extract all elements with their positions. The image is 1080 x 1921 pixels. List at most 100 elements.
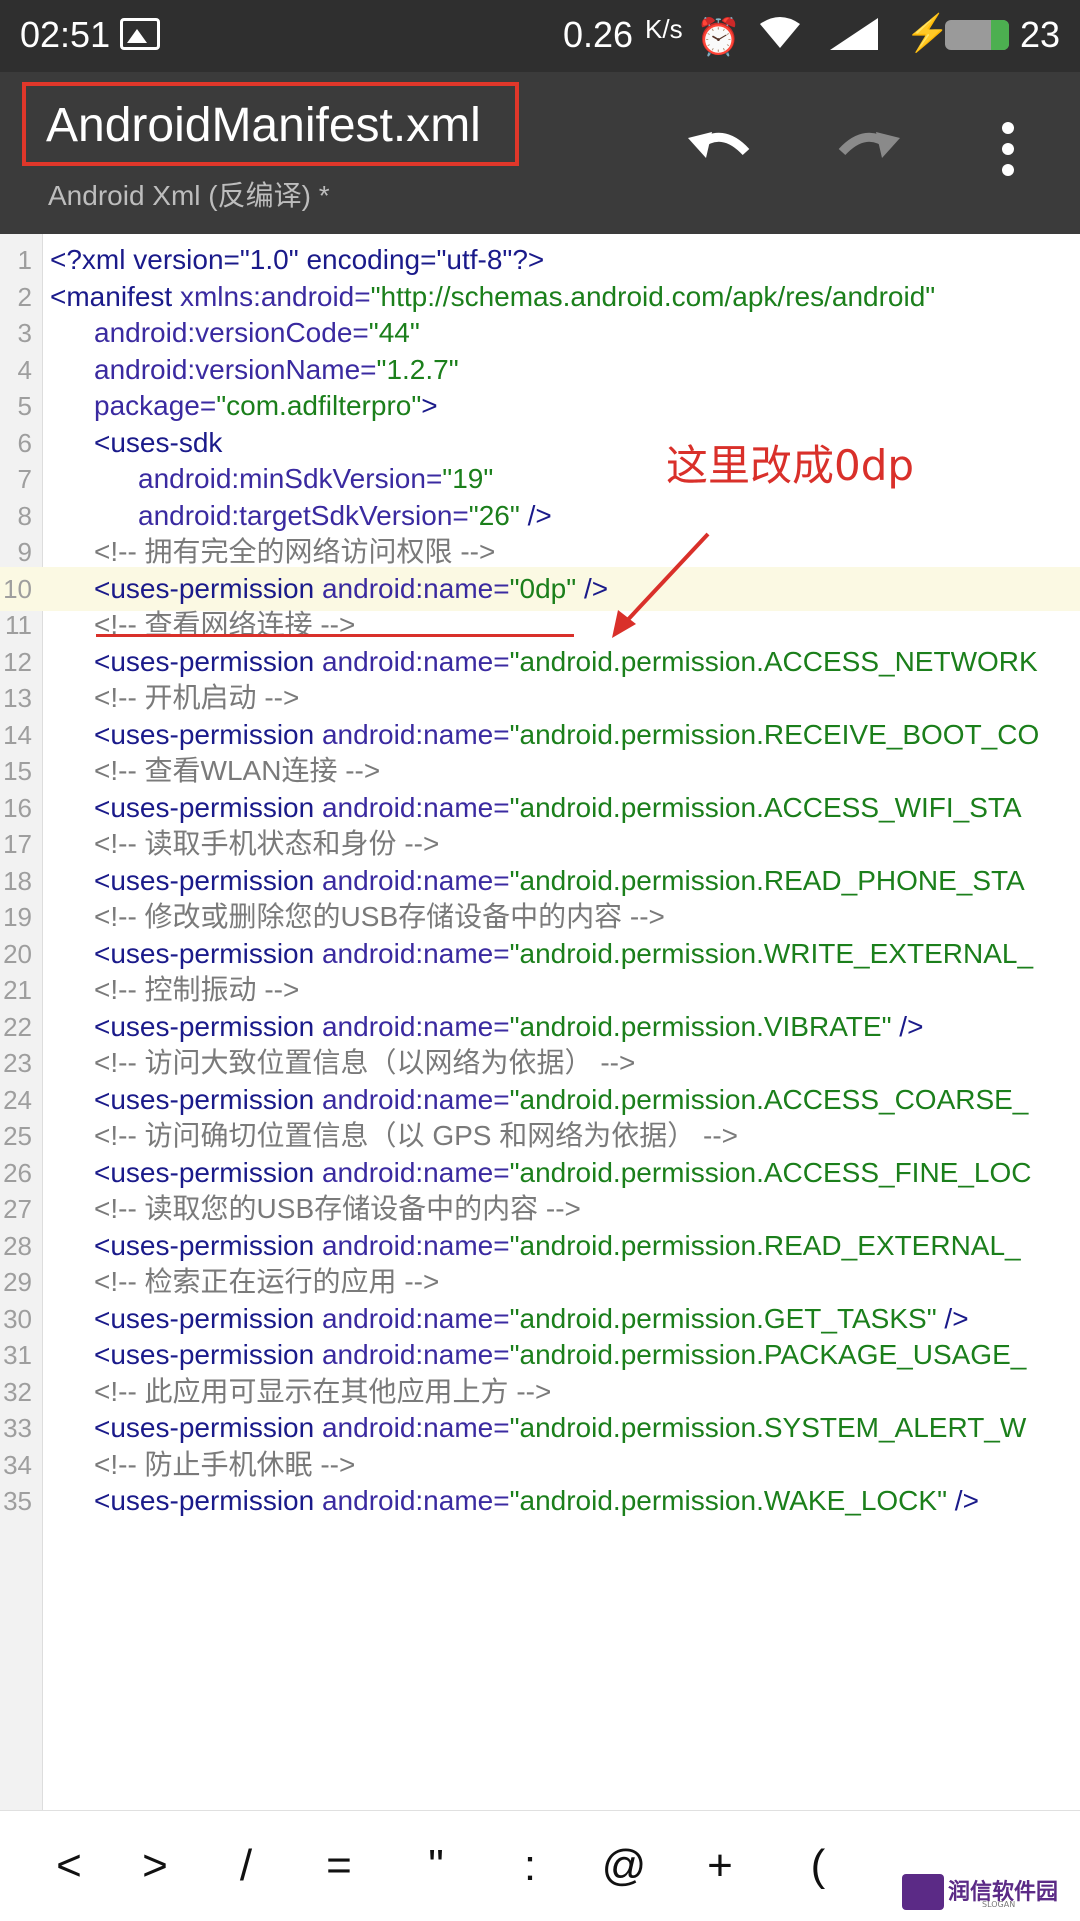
symbol-key[interactable]: : (495, 1831, 565, 1901)
code-token: <!-- 防止手机休眠 --> (94, 1448, 356, 1480)
more-vert-icon[interactable] (990, 122, 1026, 186)
code-token: android:name= (321, 937, 510, 969)
code-token: "com.adfilterpro" (216, 390, 422, 421)
code-line[interactable]: 35 <uses-permission android:name="android… (0, 1479, 1080, 1523)
code-token: "1.2.7" (376, 353, 459, 385)
code-token: <uses-permission (94, 1339, 322, 1370)
code-token: "android.permission.SYSTEM_ALERT_W (509, 1412, 1027, 1443)
code-token: "android.permission.GET_TASKS" (509, 1302, 937, 1334)
code-token: <uses-permission (94, 1010, 322, 1042)
alarm-icon: ⏰ (696, 16, 741, 57)
code-token: <uses-permission (94, 1229, 322, 1261)
code-token: "19" (442, 463, 494, 494)
symbol-key[interactable]: + (685, 1831, 755, 1901)
status-bar: 02:51 0.26 K/s ⏰ ⚡ 23 (0, 0, 1080, 72)
code-token: <uses-permission (94, 1485, 322, 1516)
code-token: android:name= (321, 1339, 510, 1370)
code-token: <!-- 查看WLAN连接 --> (94, 755, 381, 786)
code-token: /> (519, 499, 552, 531)
code-token: "android.permission.VIBRATE" (509, 1010, 892, 1042)
code-token: <!-- 访问确切位置信息（以 GPS 和网络为依据） --> (94, 1120, 739, 1151)
code-token: "http://schemas.android.com/apk/res/andr… (370, 280, 936, 312)
code-token: "44" (368, 317, 420, 348)
code-token: <uses-permission (94, 1156, 322, 1188)
code-token: android:name= (321, 864, 510, 896)
code-token: android:targetSdkVersion= (138, 499, 469, 531)
line-number: 35 (3, 1486, 32, 1516)
code-token: <uses-permission (94, 572, 322, 604)
code-token: <!-- 读取您的USB存储设备中的内容 --> (94, 1193, 581, 1224)
watermark-logo-icon (902, 1874, 944, 1910)
red-arrow-icon (612, 532, 710, 638)
symbol-key[interactable]: " (401, 1831, 471, 1901)
code-token: <uses-permission (94, 1083, 322, 1115)
code-token: <!-- 读取手机状态和身份 --> (94, 828, 440, 859)
code-token: /> (891, 1010, 924, 1042)
code-token: android:name= (321, 1302, 510, 1334)
code-token: <?xml version="1.0" encoding="utf-8"?> (50, 244, 545, 275)
code-token: "android.permission.WAKE_LOCK" (509, 1485, 948, 1516)
watermark-sub: SLOGAN (982, 1900, 1016, 1909)
code-token: "26" (468, 499, 520, 531)
code-token: android:name= (321, 1412, 510, 1443)
code-token: android:versionName= (94, 353, 377, 385)
signal-icon (830, 18, 878, 50)
symbol-key[interactable]: < (34, 1831, 104, 1901)
code-token: "android.permission.READ_PHONE_STA (509, 864, 1025, 896)
code-token: <uses-permission (94, 1302, 322, 1334)
code-token: "android.permission.WRITE_EXTERNAL_ (509, 937, 1034, 969)
symbol-key[interactable]: @ (589, 1831, 659, 1901)
code-token: "android.permission.ACCESS_COARSE_ (509, 1083, 1029, 1115)
code-token: <uses-permission (94, 718, 322, 750)
code-token: > (421, 390, 438, 421)
symbol-key[interactable]: ( (783, 1831, 853, 1901)
code-token: <!-- 此应用可显示在其他应用上方 --> (94, 1375, 552, 1407)
file-title: AndroidManifest.xml (46, 99, 481, 152)
code-token: android:name= (321, 645, 510, 677)
code-token: <uses-permission (94, 791, 322, 823)
code-token: "android.permission.RECEIVE_BOOT_CO (509, 718, 1040, 750)
code-editor[interactable]: 1 <?xml version="1.0" encoding="utf-8"?> 2… (0, 234, 1080, 1810)
symbol-key[interactable]: > (120, 1831, 190, 1901)
code-token: <uses-permission (94, 1412, 322, 1443)
code-token: "android.permission.ACCESS_WIFI_STA (509, 791, 1022, 823)
code-token: package= (94, 390, 217, 421)
code-token: xmlns:android= (179, 280, 371, 312)
status-time: 02:51 (20, 14, 111, 55)
code-token: android:name= (321, 1229, 510, 1261)
code-token: android:name= (321, 718, 510, 750)
code-token: "android.permission.ACCESS_NETWORK (509, 645, 1038, 677)
code-token: <uses-sdk (94, 426, 223, 458)
file-subtitle: Android Xml (反编译) * (48, 180, 330, 211)
code-token: <!-- 访问大致位置信息（以网络为依据） --> (94, 1047, 636, 1078)
code-token: "android.permission.READ_EXTERNAL_ (509, 1229, 1021, 1261)
symbol-key[interactable]: = (304, 1831, 374, 1901)
code-token: "0dp" (509, 572, 577, 604)
gallery-notification-icon (120, 18, 160, 50)
charging-icon: ⚡ (905, 12, 950, 53)
code-token: android:name= (321, 1485, 510, 1516)
code-token: <uses-permission (94, 937, 322, 969)
watermark: 润信软件园 SLOGAN (902, 1874, 1072, 1914)
code-token: android:versionCode= (94, 317, 369, 348)
app-toolbar: AndroidManifest.xml Android Xml (反编译) * (0, 72, 1080, 234)
code-token: <!-- 控制振动 --> (94, 974, 300, 1005)
symbol-key[interactable]: / (211, 1831, 281, 1901)
battery-icon (945, 20, 1009, 50)
code-token: "android.permission.PACKAGE_USAGE_ (509, 1339, 1027, 1370)
code-token: android:name= (321, 791, 510, 823)
code-token: /> (936, 1302, 969, 1334)
code-token: android:name= (321, 572, 510, 604)
code-token: <!-- 开机启动 --> (94, 682, 300, 713)
red-underline-mark (96, 634, 574, 637)
code-token: <!-- 修改或删除您的USB存储设备中的内容 --> (94, 901, 665, 932)
code-token: android:name= (321, 1083, 510, 1115)
redo-icon[interactable] (828, 112, 904, 188)
wifi-icon (760, 17, 800, 48)
undo-icon[interactable] (684, 112, 760, 188)
code-token: "android.permission.ACCESS_FINE_LOC (509, 1156, 1032, 1188)
code-token: <!-- 检索正在运行的应用 --> (94, 1266, 440, 1297)
code-token: android:name= (321, 1010, 510, 1042)
code-token: android:name= (321, 1156, 510, 1188)
code-token: <manifest (50, 280, 180, 312)
